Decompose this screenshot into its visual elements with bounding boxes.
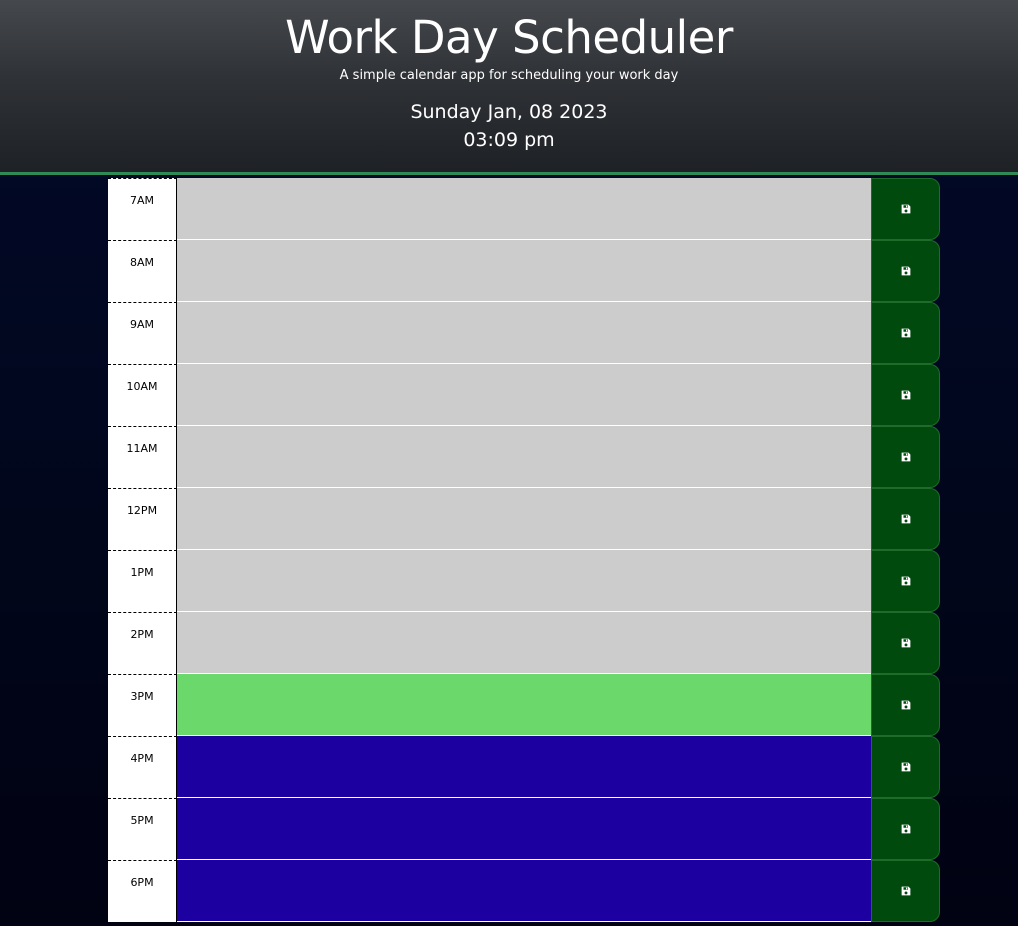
hour-label: 2PM bbox=[108, 612, 177, 674]
hour-label: 12PM bbox=[108, 488, 177, 550]
save-button[interactable] bbox=[871, 364, 940, 426]
time-block-row: 4PM bbox=[108, 736, 940, 798]
floppy-disk-icon bbox=[901, 514, 911, 524]
floppy-disk-icon bbox=[901, 638, 911, 648]
save-button[interactable] bbox=[871, 612, 940, 674]
hour-label: 11AM bbox=[108, 426, 177, 488]
page-subtitle: A simple calendar app for scheduling you… bbox=[339, 68, 679, 83]
hour-label: 5PM bbox=[108, 798, 177, 860]
floppy-disk-icon bbox=[901, 700, 911, 710]
time-block-row: 10AM bbox=[108, 364, 940, 426]
event-description-input[interactable] bbox=[177, 674, 871, 736]
event-description-input[interactable] bbox=[177, 240, 871, 302]
page-header: Work Day Scheduler A simple calendar app… bbox=[0, 0, 1018, 175]
event-description-input[interactable] bbox=[177, 736, 871, 798]
floppy-disk-icon bbox=[901, 266, 911, 276]
event-description-input[interactable] bbox=[177, 488, 871, 550]
save-button[interactable] bbox=[871, 550, 940, 612]
event-description-input[interactable] bbox=[177, 798, 871, 860]
current-time: 03:09 pm bbox=[463, 129, 555, 151]
save-button[interactable] bbox=[871, 736, 940, 798]
hour-label: 9AM bbox=[108, 302, 177, 364]
floppy-disk-icon bbox=[901, 886, 911, 896]
save-button[interactable] bbox=[871, 302, 940, 364]
save-button[interactable] bbox=[871, 240, 940, 302]
event-description-input[interactable] bbox=[177, 426, 871, 488]
time-block-row: 12PM bbox=[108, 488, 940, 550]
floppy-disk-icon bbox=[901, 328, 911, 338]
page-title: Work Day Scheduler bbox=[285, 11, 733, 64]
hour-label: 1PM bbox=[108, 550, 177, 612]
hour-label: 10AM bbox=[108, 364, 177, 426]
time-block-row: 6PM bbox=[108, 860, 940, 922]
time-block-row: 11AM bbox=[108, 426, 940, 488]
event-description-input[interactable] bbox=[177, 364, 871, 426]
time-block-row: 8AM bbox=[108, 240, 940, 302]
time-block-row: 2PM bbox=[108, 612, 940, 674]
event-description-input[interactable] bbox=[177, 860, 871, 922]
floppy-disk-icon bbox=[901, 824, 911, 834]
save-button[interactable] bbox=[871, 798, 940, 860]
event-description-input[interactable] bbox=[177, 612, 871, 674]
hour-label: 7AM bbox=[108, 178, 177, 240]
floppy-disk-icon bbox=[901, 576, 911, 586]
hour-label: 4PM bbox=[108, 736, 177, 798]
save-button[interactable] bbox=[871, 426, 940, 488]
save-button[interactable] bbox=[871, 860, 940, 922]
event-description-input[interactable] bbox=[177, 550, 871, 612]
save-button[interactable] bbox=[871, 674, 940, 736]
floppy-disk-icon bbox=[901, 762, 911, 772]
hour-label: 3PM bbox=[108, 674, 177, 736]
schedule-container: 7AM 8AM 9AM 10AM 11AM 12PM 1PM 2PM 3PM 4PM 5PM 6PM bbox=[108, 178, 940, 922]
hour-label: 8AM bbox=[108, 240, 177, 302]
event-description-input[interactable] bbox=[177, 178, 871, 240]
time-block-row: 7AM bbox=[108, 178, 940, 240]
current-date: Sunday Jan, 08 2023 bbox=[410, 101, 608, 123]
hour-label: 6PM bbox=[108, 860, 177, 922]
floppy-disk-icon bbox=[901, 204, 911, 214]
save-button[interactable] bbox=[871, 178, 940, 240]
floppy-disk-icon bbox=[901, 452, 911, 462]
save-button[interactable] bbox=[871, 488, 940, 550]
floppy-disk-icon bbox=[901, 390, 911, 400]
event-description-input[interactable] bbox=[177, 302, 871, 364]
time-block-row: 9AM bbox=[108, 302, 940, 364]
time-block-row: 5PM bbox=[108, 798, 940, 860]
time-block-row: 3PM bbox=[108, 674, 940, 736]
time-block-row: 1PM bbox=[108, 550, 940, 612]
